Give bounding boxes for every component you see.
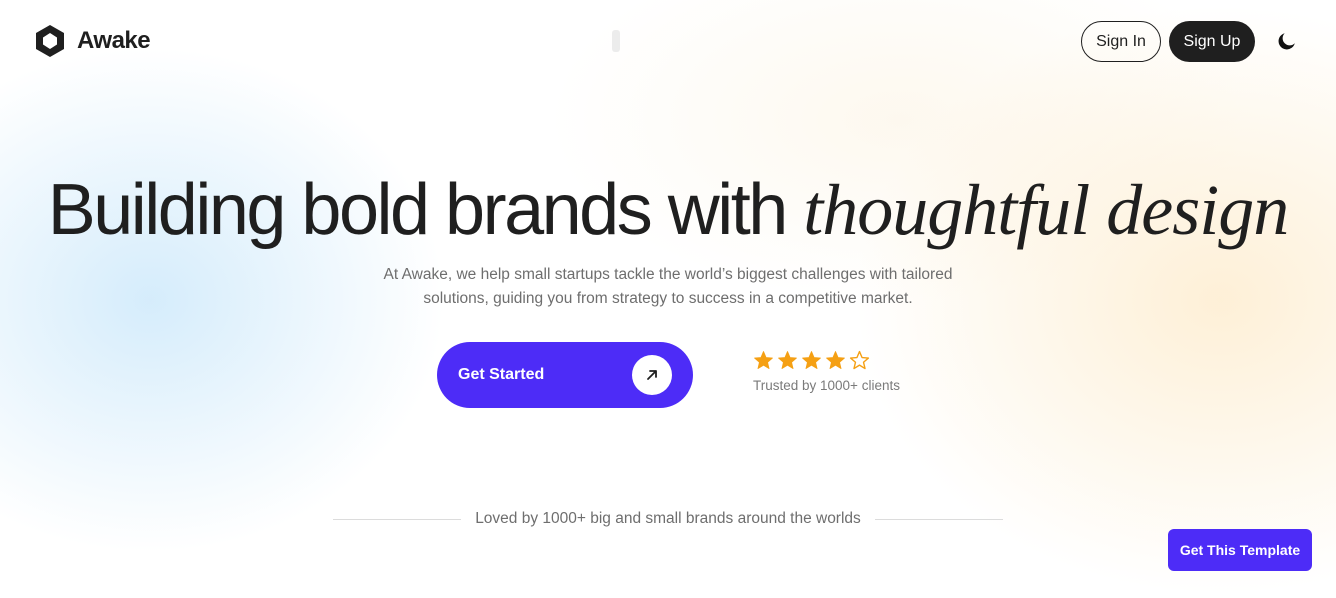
divider-left [333, 518, 462, 520]
headline-plain: Building bold brands with [47, 170, 804, 250]
nav-indicator [612, 30, 620, 52]
rating-block: Trusted by 1000+ clients [753, 350, 900, 393]
star-filled-icon [826, 351, 845, 369]
star-filled-icon [778, 351, 797, 369]
get-started-label: Get Started [458, 366, 545, 383]
headline-accent: thoughtful design [803, 170, 1289, 250]
hero-headline: Building bold brands with thoughtful des… [0, 168, 1336, 252]
star-filled-icon [754, 351, 773, 369]
star-filled-icon [802, 351, 821, 369]
hexagon-logo-icon [36, 25, 64, 57]
brand-logo[interactable]: Awake [33, 24, 151, 58]
brand-name: Awake [77, 27, 151, 54]
moon-icon [1278, 33, 1295, 50]
rating-label: Trusted by 1000+ clients [753, 378, 900, 393]
get-template-button[interactable]: Get This Template [1168, 529, 1312, 571]
hero-subtext: At Awake, we help small startups tackle … [383, 266, 953, 307]
cta-icon-circle [632, 355, 672, 395]
theme-toggle[interactable] [1275, 29, 1299, 53]
star-outline-icon [849, 350, 870, 370]
arrow-up-right-icon [647, 370, 657, 380]
star-rating [753, 350, 900, 371]
loved-by-text: Loved by 1000+ big and small brands arou… [475, 510, 861, 527]
loved-by-strip: Loved by 1000+ big and small brands arou… [0, 510, 1336, 528]
sign-in-button[interactable]: Sign In [1081, 21, 1161, 62]
get-started-button[interactable]: Get Started [437, 342, 693, 408]
top-nav: Awake Sign In Sign Up [0, 0, 1336, 82]
divider-right [874, 518, 1003, 520]
hero-section: Building bold brands with thoughtful des… [0, 0, 1336, 598]
sign-up-button[interactable]: Sign Up [1169, 21, 1255, 62]
